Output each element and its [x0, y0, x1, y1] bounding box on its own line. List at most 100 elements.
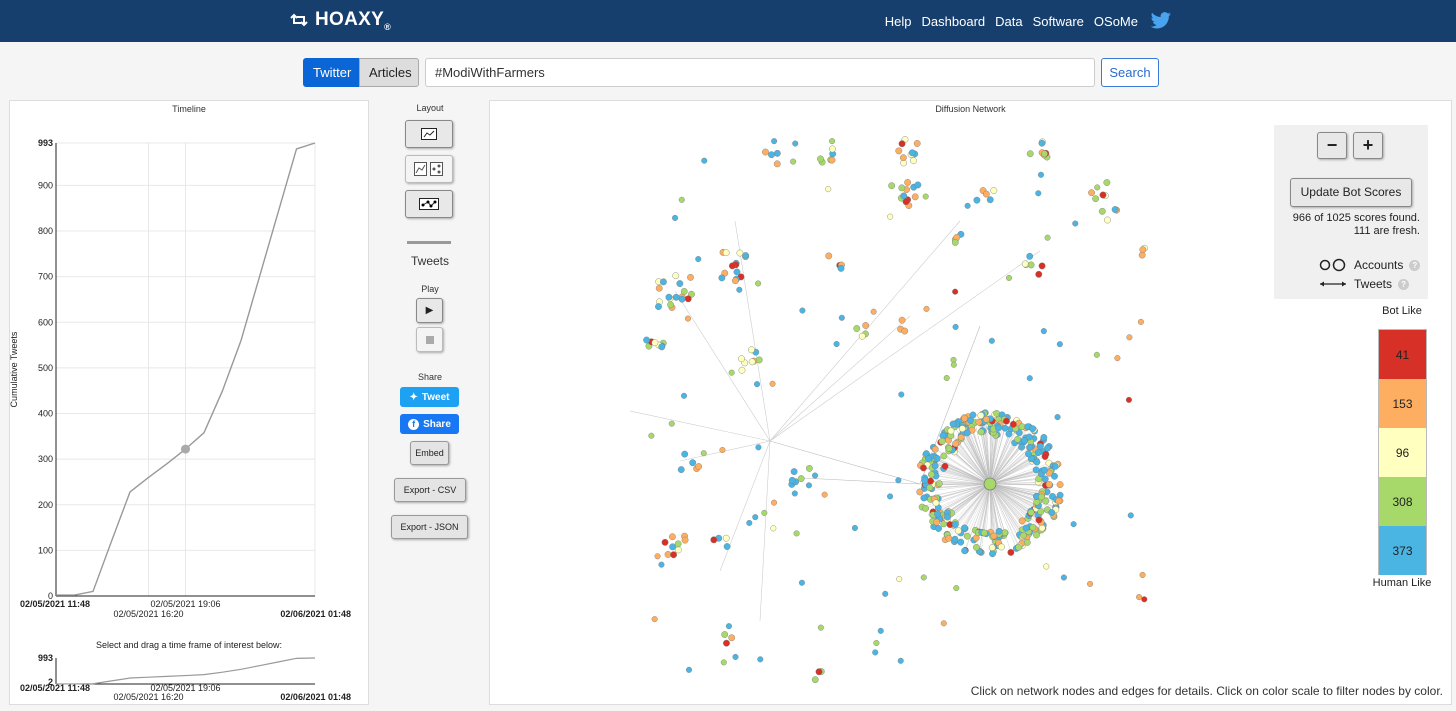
tab-twitter[interactable]: Twitter	[303, 58, 359, 87]
account-node	[920, 494, 928, 502]
account-node	[898, 316, 906, 324]
account-node	[731, 277, 739, 285]
account-node	[945, 445, 953, 452]
account-node	[817, 155, 824, 163]
account-node	[977, 428, 985, 436]
account-node	[914, 181, 922, 189]
search-button[interactable]: Search	[1101, 58, 1159, 87]
brush-x-tick-label: 02/05/2021 16:20	[113, 692, 183, 702]
account-node	[998, 543, 1005, 551]
account-node	[1136, 594, 1143, 601]
account-node	[722, 249, 730, 257]
tweets-help-icon[interactable]: ?	[1398, 278, 1410, 290]
nav-help[interactable]: Help	[885, 14, 912, 29]
search-input[interactable]	[425, 58, 1095, 87]
account-node	[1041, 453, 1049, 460]
account-node	[748, 346, 755, 354]
account-node	[755, 280, 762, 287]
tab-articles[interactable]: Articles	[359, 58, 419, 87]
account-node	[817, 624, 824, 631]
facebook-share-button[interactable]: f Share	[400, 414, 459, 434]
zoom-out-button[interactable]: −	[1317, 132, 1347, 159]
brand-logo[interactable]: HOAXY®	[289, 9, 391, 32]
nav-osome[interactable]: OSoMe	[1094, 14, 1138, 29]
share-label: Share	[417, 372, 443, 382]
account-node	[882, 590, 889, 597]
nav-dashboard[interactable]: Dashboard	[922, 14, 986, 29]
account-node	[1141, 596, 1148, 603]
account-node	[952, 288, 959, 295]
timeline-chart[interactable]: 0100200300400500600700800900993Cumulativ…	[10, 101, 368, 704]
account-node	[935, 480, 943, 488]
account-node	[961, 547, 969, 555]
account-node	[790, 468, 798, 475]
account-node	[1040, 328, 1047, 335]
layout-network-button[interactable]	[405, 190, 453, 218]
account-node	[1099, 191, 1107, 199]
account-node	[990, 532, 998, 540]
diffusion-network-graph[interactable]	[490, 101, 1270, 704]
network-edge	[975, 483, 991, 531]
account-node	[718, 274, 726, 282]
account-node	[940, 620, 947, 627]
export-csv-button[interactable]: Export - CSV	[394, 478, 466, 502]
account-node	[1111, 206, 1119, 213]
account-node	[1055, 497, 1063, 505]
scale-cell-4[interactable]: 373	[1379, 526, 1426, 575]
y-tick-label: 400	[38, 409, 53, 419]
account-node	[1038, 262, 1046, 270]
account-node	[1020, 532, 1027, 539]
account-node	[923, 305, 930, 312]
accounts-help-icon[interactable]: ?	[1409, 259, 1421, 271]
account-node	[911, 193, 919, 201]
network-edge	[674, 290, 771, 442]
account-node	[805, 482, 812, 489]
nav-data[interactable]: Data	[995, 14, 1022, 29]
x-tick-label: 02/05/2021 16:20	[113, 609, 183, 619]
brush-x-tick-label: 02/06/2021 01:48	[280, 692, 351, 702]
account-node	[951, 535, 959, 543]
bot-score-color-scale[interactable]: 41 153 96 308 373	[1378, 329, 1427, 575]
zoom-in-button[interactable]: +	[1353, 132, 1383, 159]
account-node	[736, 249, 744, 257]
account-node	[720, 659, 727, 666]
layout-timeline-button[interactable]	[405, 120, 453, 148]
account-node	[1022, 524, 1030, 532]
scale-cell-2[interactable]: 96	[1379, 428, 1426, 477]
nav-software[interactable]: Software	[1033, 14, 1084, 29]
account-node	[668, 420, 675, 427]
account-node	[661, 538, 669, 546]
network-nodes	[643, 136, 1148, 684]
account-node	[870, 308, 877, 315]
twitter-icon[interactable]	[1150, 12, 1172, 30]
scale-cell-0[interactable]: 41	[1379, 330, 1426, 379]
tweet-share-button[interactable]: ✦ Tweet	[400, 387, 459, 407]
embed-button[interactable]: Embed	[410, 441, 449, 465]
legend-accounts-label: Accounts	[1354, 258, 1404, 272]
y-tick-label: 300	[38, 454, 53, 464]
account-node	[898, 140, 906, 148]
stop-button[interactable]	[416, 327, 443, 352]
x-tick-label: 02/05/2021 19:06	[150, 599, 220, 609]
account-node	[995, 424, 1002, 432]
scale-cell-1[interactable]: 153	[1379, 379, 1426, 428]
update-bot-scores-button[interactable]: Update Bot Scores	[1290, 178, 1412, 207]
export-json-button[interactable]: Export - JSON	[391, 515, 468, 539]
account-node	[728, 262, 736, 270]
account-node	[769, 380, 776, 387]
brand-name: HOAXY	[315, 9, 385, 30]
network-controls-box: − + Update Bot Scores 966 of 1025 scores…	[1274, 125, 1428, 299]
play-button[interactable]: ▶	[416, 298, 443, 323]
scale-cell-3[interactable]: 308	[1379, 477, 1426, 526]
y-tick-label: 600	[38, 317, 53, 327]
account-node	[961, 524, 968, 532]
layout-split-button[interactable]	[405, 155, 453, 183]
account-node	[771, 499, 778, 506]
account-node	[736, 286, 743, 293]
account-node	[1035, 516, 1043, 524]
account-node	[949, 420, 957, 428]
legend-tweets-label: Tweets	[1354, 277, 1393, 291]
account-node	[837, 264, 845, 272]
account-node	[1060, 574, 1067, 581]
account-node	[669, 533, 676, 541]
